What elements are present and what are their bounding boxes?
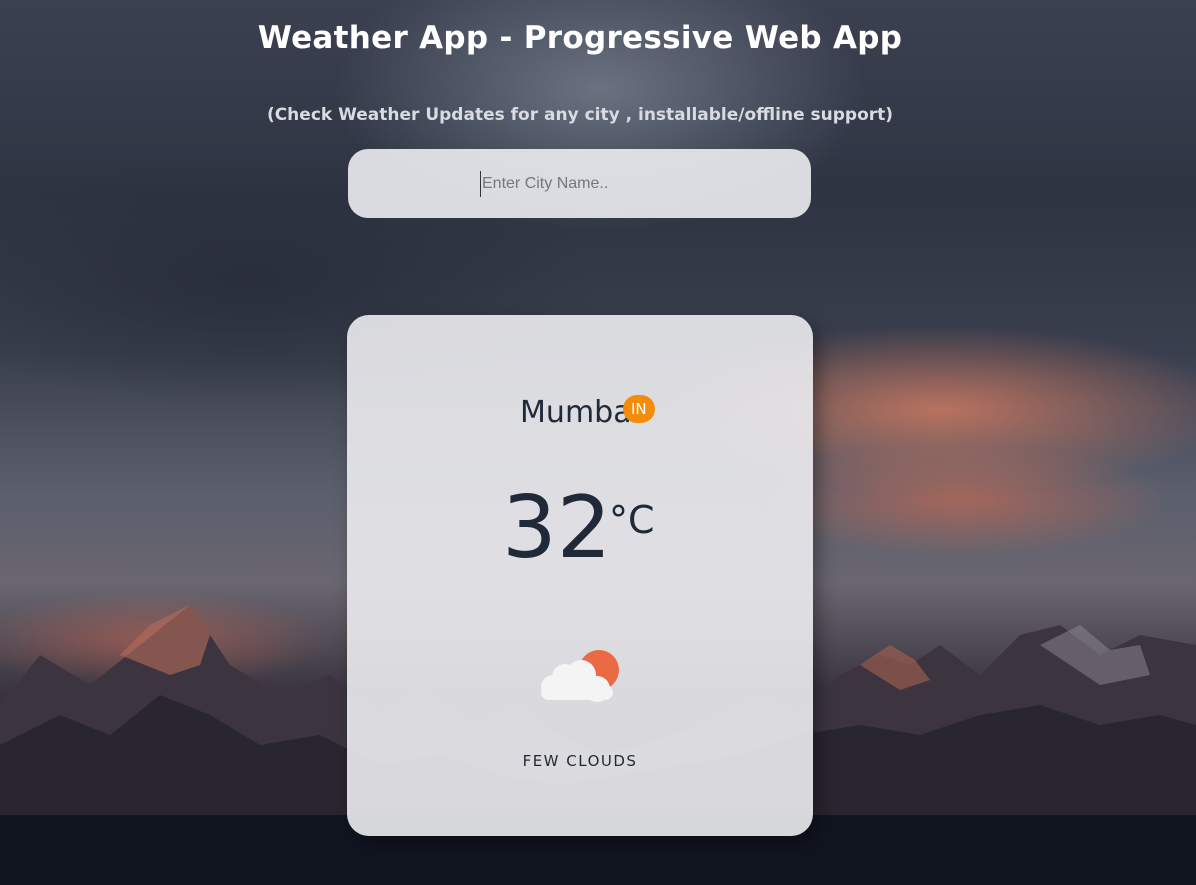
few-clouds-day-icon	[541, 650, 619, 702]
city-name: Mumbai	[520, 395, 640, 430]
city-row: Mumbai	[347, 395, 813, 430]
city-search-input[interactable]	[480, 171, 784, 197]
page-title: Weather App - Progressive Web App	[257, 20, 903, 56]
weather-card: Mumbai IN 32 °C FEW CLOUDS	[347, 315, 813, 836]
search-box	[348, 149, 811, 218]
temperature-unit: °C	[609, 498, 655, 542]
weather-description: FEW CLOUDS	[522, 752, 638, 770]
temperature-value: 32	[502, 478, 612, 578]
page-subtitle: (Check Weather Updates for any city , in…	[266, 105, 894, 125]
country-badge: IN	[623, 395, 655, 423]
